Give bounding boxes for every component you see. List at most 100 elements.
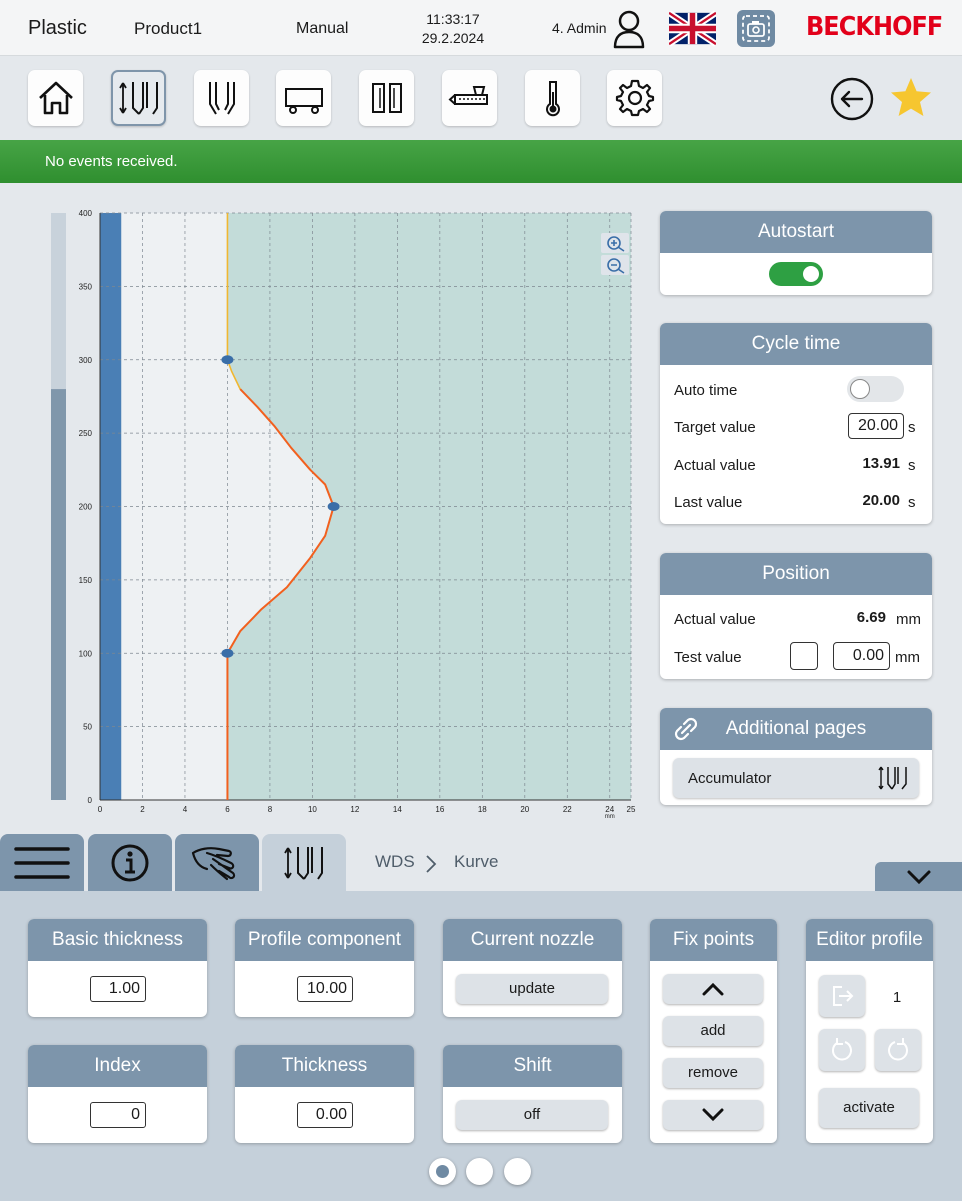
- export-button[interactable]: [819, 975, 865, 1017]
- x-tick-label: 14: [393, 805, 402, 814]
- user-icon[interactable]: [612, 9, 646, 54]
- autostart-toggle[interactable]: [769, 262, 823, 286]
- target-value-unit: s: [908, 419, 916, 436]
- hand-icon: [191, 846, 236, 880]
- nav-bar: [0, 56, 962, 140]
- undo-button[interactable]: [819, 1029, 865, 1071]
- test-value-checkbox[interactable]: [790, 642, 818, 670]
- fix-point-up-button[interactable]: [663, 974, 763, 1004]
- pager-dot-1[interactable]: [429, 1158, 456, 1185]
- profile-component-title: Profile component: [235, 919, 414, 961]
- tab-menu[interactable]: [0, 834, 84, 891]
- test-value-input[interactable]: 0.00: [833, 642, 890, 670]
- position-panel: Position Actual value 6.69 mm Test value…: [660, 553, 932, 679]
- tab-manual[interactable]: [175, 834, 259, 891]
- x-tick-label: 25: [627, 805, 636, 814]
- mold-icon: [208, 82, 235, 115]
- x-tick-label: 2: [140, 805, 145, 814]
- event-bar[interactable]: No events received.: [0, 140, 962, 183]
- profile-component-input[interactable]: 10.00: [297, 976, 353, 1002]
- home-icon: [38, 81, 73, 115]
- wall-thickness-icon: [284, 846, 323, 880]
- fix-point-down-button[interactable]: [663, 1100, 763, 1130]
- clock: 11:33:17 29.2.2024: [410, 10, 496, 48]
- additional-pages-select[interactable]: Accumulator: [673, 758, 919, 798]
- bottom-tabs: WDS Kurve: [0, 833, 962, 891]
- activate-button[interactable]: activate: [819, 1088, 919, 1128]
- zoom-out-icon[interactable]: [601, 255, 629, 275]
- breadcrumb-item: Kurve: [454, 852, 499, 871]
- autostart-title: Autostart: [660, 211, 932, 253]
- nav-temperature[interactable]: [525, 70, 580, 126]
- x-tick-label: 16: [435, 805, 444, 814]
- editor-profile-card: Editor profile 1 activate: [806, 919, 933, 1143]
- update-button[interactable]: update: [456, 974, 608, 1004]
- x-tick-label: 10: [308, 805, 317, 814]
- position-title: Position: [660, 553, 932, 595]
- back-button[interactable]: [830, 77, 874, 126]
- tab-info[interactable]: [88, 834, 172, 891]
- zoom-in-icon[interactable]: [601, 233, 629, 253]
- nav-settings[interactable]: [607, 70, 662, 126]
- nav-wall-thickness[interactable]: [111, 70, 166, 126]
- x-tick-label: 18: [478, 805, 487, 814]
- thickness-title: Thickness: [235, 1045, 414, 1087]
- remove-fix-point-button[interactable]: remove: [663, 1058, 763, 1088]
- x-tick-label: 0: [98, 805, 103, 814]
- screenshot-icon: [742, 15, 770, 42]
- add-fix-point-button[interactable]: add: [663, 1016, 763, 1046]
- pager-dot-2[interactable]: [466, 1158, 493, 1185]
- progress-fill: [51, 389, 66, 800]
- fix-points-title: Fix points: [650, 919, 777, 961]
- screenshot-button[interactable]: [737, 10, 775, 47]
- nav-extruder[interactable]: [442, 70, 497, 126]
- toggle-knob: [850, 379, 870, 399]
- auto-time-toggle[interactable]: [847, 376, 904, 402]
- uk-flag-icon[interactable]: [669, 10, 716, 47]
- breadcrumb-item[interactable]: WDS: [375, 852, 415, 872]
- tab-wall-thickness[interactable]: [262, 834, 346, 891]
- actual-value-unit: s: [908, 457, 916, 474]
- export-icon: [833, 986, 854, 1006]
- autostart-panel: Autostart: [660, 211, 932, 295]
- chart-canvas[interactable]: 0 2 4 6 8 10 12 14 16 18 20 22 24 2505010015020025030…: [50, 205, 640, 820]
- wall-thickness-icon: [118, 82, 158, 115]
- shift-title: Shift: [443, 1045, 622, 1087]
- nav-home[interactable]: [28, 70, 83, 126]
- collapse-button[interactable]: [875, 862, 962, 891]
- pager-dot-3[interactable]: [504, 1158, 531, 1185]
- user-label[interactable]: 4. Admin: [552, 20, 606, 36]
- last-value-label: Last value: [674, 494, 743, 511]
- chevron-up-icon: [702, 982, 724, 996]
- test-value-unit: mm: [895, 649, 920, 666]
- nav-clamp[interactable]: [359, 70, 414, 126]
- shift-card: Shift off: [443, 1045, 622, 1143]
- chevron-down-icon: [702, 1108, 724, 1122]
- editor-profile-number: 1: [892, 989, 902, 1006]
- fix-point[interactable]: [327, 502, 340, 511]
- redo-button[interactable]: [875, 1029, 921, 1071]
- index-input[interactable]: 0: [90, 1102, 146, 1128]
- x-tick-label: 6: [225, 805, 230, 814]
- app-name: Plastic: [28, 17, 87, 39]
- auto-time-label: Auto time: [674, 382, 738, 399]
- thickness-input[interactable]: 0.00: [297, 1102, 353, 1128]
- thickness-card: Thickness 0.00: [235, 1045, 414, 1143]
- shift-button[interactable]: off: [456, 1100, 608, 1130]
- toggle-knob: [803, 266, 819, 282]
- top-bar: Plastic Product1 Manual 11:33:17 29.2.20…: [0, 0, 962, 56]
- target-value-input[interactable]: 20.00: [848, 413, 904, 439]
- product-name[interactable]: Product1: [134, 19, 202, 39]
- wall-thickness-chart[interactable]: 0 2 4 6 8 10 12 14 16 18 20 22 24 25 0 50 100 150 200 250 30…: [50, 205, 640, 820]
- actual-value: 13.91: [862, 455, 900, 472]
- last-value-unit: s: [908, 494, 916, 511]
- position-actual-label: Actual value: [674, 611, 756, 628]
- current-nozzle-title: Current nozzle: [443, 919, 622, 961]
- favorite-button[interactable]: [889, 76, 933, 125]
- clock-time: 11:33:17: [426, 11, 480, 27]
- basic-thickness-input[interactable]: 1.00: [90, 976, 146, 1002]
- fix-point[interactable]: [221, 355, 234, 365]
- nav-carriage[interactable]: [276, 70, 331, 126]
- fix-point[interactable]: [221, 648, 234, 658]
- nav-mold[interactable]: [194, 70, 249, 126]
